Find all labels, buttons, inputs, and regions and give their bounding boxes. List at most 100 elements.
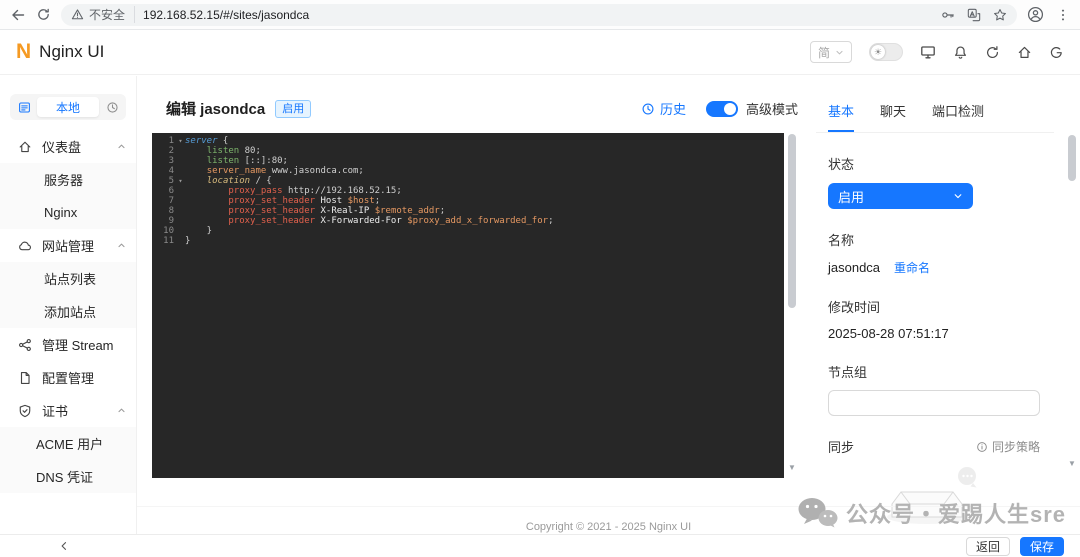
sidebar-item-label: 站点列表 [44, 272, 97, 287]
fold-marker-icon[interactable]: ▾ [176, 176, 185, 186]
sidebar-item-label: DNS 凭证 [36, 470, 94, 485]
environments-icon[interactable] [14, 101, 34, 114]
sidebar-item-site-management[interactable]: 网站管理 [0, 229, 136, 262]
sidebar-item-label: ACME 用户 [36, 437, 104, 452]
history-button[interactable]: 历史 [641, 99, 686, 118]
code-line[interactable]: 6 proxy_pass http://192.168.52.15; [152, 186, 784, 196]
bookmark-star-icon[interactable] [993, 8, 1007, 22]
code-line[interactable]: 11} [152, 236, 784, 246]
share-icon [18, 338, 33, 352]
chevron-up-icon [117, 406, 126, 415]
node-group-input[interactable] [828, 390, 1040, 416]
code-line[interactable]: 1 ▾ server { [152, 136, 784, 146]
code-editor[interactable]: 1 ▾ server {2 listen 80; 3 listen [::]:80; 4… [152, 133, 784, 478]
enabled-tag: 启用 [275, 99, 312, 118]
save-button[interactable]: 保存 [1019, 536, 1064, 556]
dashboard-home-icon [18, 140, 33, 154]
tab-chat[interactable]: 聊天 [880, 101, 906, 132]
sync-label: 同步 [828, 440, 855, 455]
sidebar-item-label: 服务器 [44, 173, 84, 188]
sidebar-item-certificates[interactable]: 证书 [0, 394, 136, 427]
sidebar-item-server[interactable]: 服务器 [0, 163, 136, 196]
advanced-mode-toggle[interactable] [705, 100, 738, 117]
status-value: 启用 [838, 189, 865, 205]
sidebar-item-config[interactable]: 配置管理 [0, 361, 136, 394]
code-lines: 1 ▾ server {2 listen 80; 3 listen [::]:80; 4… [152, 136, 784, 246]
name-value: jasondca [828, 260, 881, 275]
environment-tab-local[interactable]: 本地 [37, 97, 99, 117]
sidebar-item-acme-users[interactable]: ACME 用户 [0, 427, 136, 460]
environment-history-icon[interactable] [102, 101, 122, 114]
chevron-down-icon [836, 50, 843, 54]
modified-time-value: 2025-08-28 07:51:17 [828, 326, 949, 341]
watermark-text: 公众号・爱踢人生sre [845, 502, 1066, 527]
language-select[interactable]: 简 [809, 41, 852, 63]
advanced-mode-label: 高级模式 [745, 102, 798, 117]
sync-policy-button[interactable]: 同步策略 [976, 438, 1040, 455]
url-text[interactable]: 192.168.52.15/#/sites/jasondca [143, 8, 933, 22]
code-line[interactable]: 2 listen 80; [152, 146, 784, 156]
modified-time-label: 修改时间 [828, 300, 881, 315]
wechat-icon [796, 496, 838, 530]
sidebar-item-label: 管理 Stream [42, 338, 114, 353]
code-line[interactable]: 7 proxy_set_header Host $host; [152, 196, 784, 206]
translate-icon[interactable] [967, 8, 981, 22]
rename-link[interactable]: 重命名 [894, 259, 930, 276]
app-logo[interactable]: N Nginx UI [16, 40, 104, 64]
panel-scrollbar-thumb[interactable] [1068, 135, 1076, 181]
profile-avatar-icon[interactable] [1027, 6, 1044, 23]
theme-switch[interactable]: ☀ [869, 43, 903, 61]
sidebar-item-site-list[interactable]: 站点列表 [0, 262, 136, 295]
chevron-up-icon [117, 142, 126, 151]
cloud-icon [18, 239, 33, 253]
sidebar-menu: 仪表盘 服务器 Nginx 网站管理 站点列表 添加站点 管理 Stream 配… [0, 130, 136, 493]
sidebar-item-label: 网站管理 [42, 239, 95, 254]
security-chip[interactable]: 不安全 [71, 6, 136, 23]
home-icon[interactable] [1017, 45, 1032, 60]
restart-icon[interactable] [985, 45, 1000, 60]
tab-basic[interactable]: 基本 [828, 101, 855, 132]
github-icon[interactable] [1049, 45, 1064, 60]
environment-switcher: 本地 [10, 94, 126, 120]
sidebar-item-nginx[interactable]: Nginx [0, 196, 136, 229]
code-line[interactable]: 5 ▾ location / { [152, 176, 784, 186]
editor-header: 编辑 jasondca 启用 历史 高级模式 [152, 76, 800, 133]
key-icon[interactable] [941, 8, 955, 22]
code-line[interactable]: 10 } [152, 226, 784, 236]
reload-button[interactable] [36, 7, 51, 22]
tab-port-check[interactable]: 端口检测 [932, 101, 984, 132]
sidebar-collapse-icon[interactable] [58, 540, 70, 552]
code-line[interactable]: 8 proxy_set_header X-Real-IP $remote_add… [152, 206, 784, 216]
editor-scrollbar-thumb[interactable] [788, 134, 796, 308]
back-button[interactable] [10, 7, 26, 23]
sidebar-item-dashboard[interactable]: 仪表盘 [0, 130, 136, 163]
code-line[interactable]: 4 server_name www.jasondca.com; [152, 166, 784, 176]
back-action-button[interactable]: 返回 [965, 536, 1010, 556]
sidebar-item-label: 配置管理 [42, 371, 95, 386]
code-line[interactable]: 9 proxy_set_header X-Forwarded-For $prox… [152, 216, 784, 226]
address-bar[interactable]: 不安全 192.168.52.15/#/sites/jasondca [61, 3, 1017, 26]
code-line[interactable]: 3 listen [::]:80; [152, 156, 784, 166]
shield-icon [18, 404, 33, 418]
notification-bell-icon[interactable] [953, 45, 968, 60]
fullscreen-monitor-icon[interactable] [920, 44, 936, 60]
watermark: 公众号・爱踢人生sre [796, 496, 1066, 530]
editor-scroll-down-icon[interactable]: ▼ [784, 463, 800, 472]
panel-scroll-down-icon[interactable]: ▼ [1064, 459, 1080, 468]
sidebar-item-dns-credentials[interactable]: DNS 凭证 [0, 460, 136, 493]
fold-marker-icon[interactable]: ▾ [176, 136, 185, 146]
sidebar-item-label: Nginx [44, 205, 78, 220]
sidebar-item-add-site[interactable]: 添加站点 [0, 295, 136, 328]
page-title: 编辑 jasondca [166, 101, 266, 118]
sidebar-item-stream[interactable]: 管理 Stream [0, 328, 136, 361]
sync-policy-label: 同步策略 [991, 440, 1040, 454]
browser-menu-icon[interactable] [1056, 8, 1070, 22]
sidebar-item-label: 仪表盘 [42, 140, 82, 155]
status-select[interactable]: 启用 [828, 183, 973, 209]
